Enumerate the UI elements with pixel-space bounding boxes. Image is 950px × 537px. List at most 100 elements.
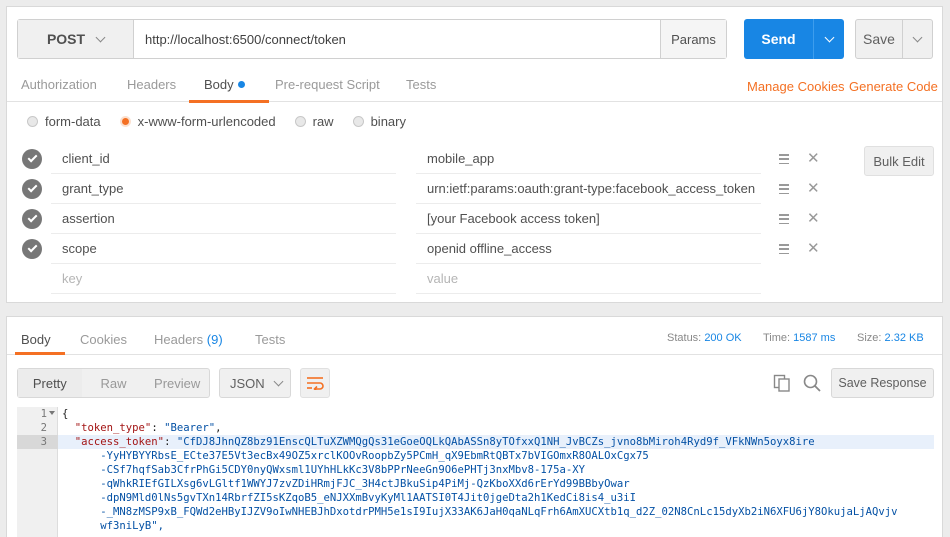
time-indicator: Time: 1587 ms <box>763 332 835 344</box>
tab-tests[interactable]: Tests <box>406 77 436 92</box>
json-key: "access_token" <box>74 436 165 448</box>
url-bar: POST http://localhost:6500/connect/token… <box>17 19 727 59</box>
params-button[interactable]: Params <box>660 20 726 58</box>
chevron-down-icon <box>912 32 923 42</box>
check-icon <box>27 242 37 253</box>
check-icon <box>27 212 37 223</box>
send-button-group: Send <box>744 19 844 59</box>
param-row: scope openid offline_access ✕ <box>19 234 820 264</box>
manage-cookies-link[interactable]: Manage Cookies <box>747 79 845 94</box>
size-label: Size: <box>857 332 882 344</box>
tab-authorization[interactable]: Authorization <box>21 77 97 92</box>
chevron-down-icon <box>273 376 284 386</box>
generate-code-link[interactable]: Generate Code <box>849 79 938 94</box>
size-indicator: Size: 2.32 KB <box>857 332 924 344</box>
line-number: 3 <box>40 436 47 448</box>
body-type-selector: form-data x-www-form-urlencoded raw bina… <box>27 113 425 129</box>
view-preview-button[interactable]: Preview <box>145 369 209 397</box>
request-panel: POST http://localhost:6500/connect/token… <box>6 6 943 303</box>
radio-icon <box>27 115 38 127</box>
method-label: POST <box>46 31 86 47</box>
drag-handle-icon[interactable] <box>779 154 789 164</box>
tab-cookies[interactable]: Cookies <box>80 332 127 347</box>
param-row: client_id mobile_app ✕ <box>19 144 820 174</box>
check-icon <box>27 182 37 193</box>
delete-icon[interactable]: ✕ <box>807 181 820 197</box>
save-response-button[interactable]: Save Response <box>831 368 934 398</box>
search-icon[interactable] <box>802 373 822 393</box>
check-icon <box>27 152 37 163</box>
radio-label: x-www-form-urlencoded <box>137 113 276 129</box>
line-number: 1 <box>40 408 47 420</box>
line-number: 2 <box>40 422 47 434</box>
tab-response-headers[interactable]: Headers (9) <box>154 332 223 347</box>
wrap-lines-button[interactable] <box>300 368 330 398</box>
save-button[interactable]: Save <box>856 20 902 58</box>
param-row: grant_type urn:ietf:params:oauth:grant-t… <box>19 174 820 204</box>
method-select[interactable]: POST <box>18 20 134 58</box>
enabled-checkbox[interactable] <box>22 179 42 199</box>
response-panel: Body Cookies Headers (9) Tests Status: 2… <box>6 316 943 537</box>
view-pretty-button[interactable]: Pretty <box>18 369 82 397</box>
code-line-wrapped: -_MN8zMSP9xB_FQWd2eHByIJZV9oIwNHEBJhDxot… <box>62 505 898 519</box>
json-string: -_MN8zMSP9xB_FQWd2eHByIJZV9oIwNHEBJhDxot… <box>100 506 898 518</box>
send-options-button[interactable] <box>813 19 844 59</box>
send-button[interactable]: Send <box>744 19 813 59</box>
radio-binary[interactable]: binary <box>352 114 406 129</box>
delete-icon[interactable]: ✕ <box>807 211 820 227</box>
param-row: assertion [your Facebook access token] ✕ <box>19 204 820 234</box>
radio-form-data[interactable]: form-data <box>27 114 101 129</box>
view-raw-button[interactable]: Raw <box>82 369 146 397</box>
wrap-lines-icon <box>307 377 324 390</box>
drag-handle-icon[interactable] <box>779 184 789 194</box>
new-value-input[interactable]: value <box>416 264 761 294</box>
tab-response-body[interactable]: Body <box>21 332 51 347</box>
fold-arrow-icon[interactable] <box>49 411 55 415</box>
drag-handle-icon[interactable] <box>779 244 789 254</box>
url-input[interactable]: http://localhost:6500/connect/token <box>134 20 660 58</box>
drag-handle-icon[interactable] <box>779 214 789 224</box>
request-tabs: Authorization Headers Body Pre-request S… <box>7 69 942 103</box>
tab-headers[interactable]: Headers <box>127 77 176 92</box>
radio-x-www-form-urlencoded[interactable]: x-www-form-urlencoded <box>119 113 276 129</box>
format-select[interactable]: JSON <box>219 368 291 398</box>
code-line-wrapped: -qWhkRIEfGILXsg6vLGltf1WWYJ7zvZDiHRmjFJC… <box>62 477 629 491</box>
new-param-row: key value <box>19 264 819 294</box>
radio-raw[interactable]: raw <box>294 113 334 129</box>
param-value-input[interactable]: [your Facebook access token] <box>416 204 761 234</box>
active-tab-indicator <box>15 352 65 355</box>
code-line-wrapped: wf3niLyB", <box>62 519 164 533</box>
response-body-editor[interactable]: 1 2 3 { "token_type": "Bearer", "access_… <box>17 407 934 537</box>
format-label: JSON <box>230 375 265 391</box>
radio-icon <box>352 115 364 127</box>
enabled-checkbox[interactable] <box>22 149 42 169</box>
param-value-input[interactable]: urn:ietf:params:oauth:grant-type:faceboo… <box>416 174 761 204</box>
new-key-input[interactable]: key <box>51 264 396 294</box>
radio-label: raw <box>312 113 334 129</box>
code-line-wrapped: -CSf7hqfSab3CfrPhGi5CDY0nyQWxsml1UYhHLkK… <box>62 463 585 477</box>
status-indicator: Status: 200 OK <box>667 332 742 344</box>
code-line: { <box>62 407 68 421</box>
bulk-edit-button[interactable]: Bulk Edit <box>864 146 934 176</box>
copy-icon[interactable] <box>773 374 791 392</box>
param-key-input[interactable]: client_id <box>51 144 396 174</box>
save-button-group: Save <box>855 19 933 59</box>
param-key-input[interactable]: assertion <box>51 204 396 234</box>
param-key-input[interactable]: scope <box>51 234 396 264</box>
enabled-checkbox[interactable] <box>22 209 42 229</box>
param-value-input[interactable]: openid offline_access <box>416 234 761 264</box>
param-key-input[interactable]: grant_type <box>51 174 396 204</box>
code-brace: { <box>62 408 69 420</box>
radio-label: form-data <box>45 113 101 129</box>
delete-icon[interactable]: ✕ <box>807 241 820 257</box>
response-tabs: Body Cookies Headers (9) Tests Status: 2… <box>7 317 942 355</box>
delete-icon[interactable]: ✕ <box>807 151 820 167</box>
param-value-input[interactable]: mobile_app <box>416 144 761 174</box>
save-options-button[interactable] <box>902 20 932 58</box>
tab-pre-request-script[interactable]: Pre-request Script <box>275 77 380 92</box>
enabled-checkbox[interactable] <box>22 239 42 259</box>
json-string: -dpN9Mld0lNs5gvTXn14RbrfZI5sKZqoB5_eNJXX… <box>100 492 637 504</box>
tab-body-label: Body <box>204 77 234 92</box>
tab-test-results[interactable]: Tests <box>255 332 285 347</box>
tab-body[interactable]: Body <box>204 77 245 92</box>
